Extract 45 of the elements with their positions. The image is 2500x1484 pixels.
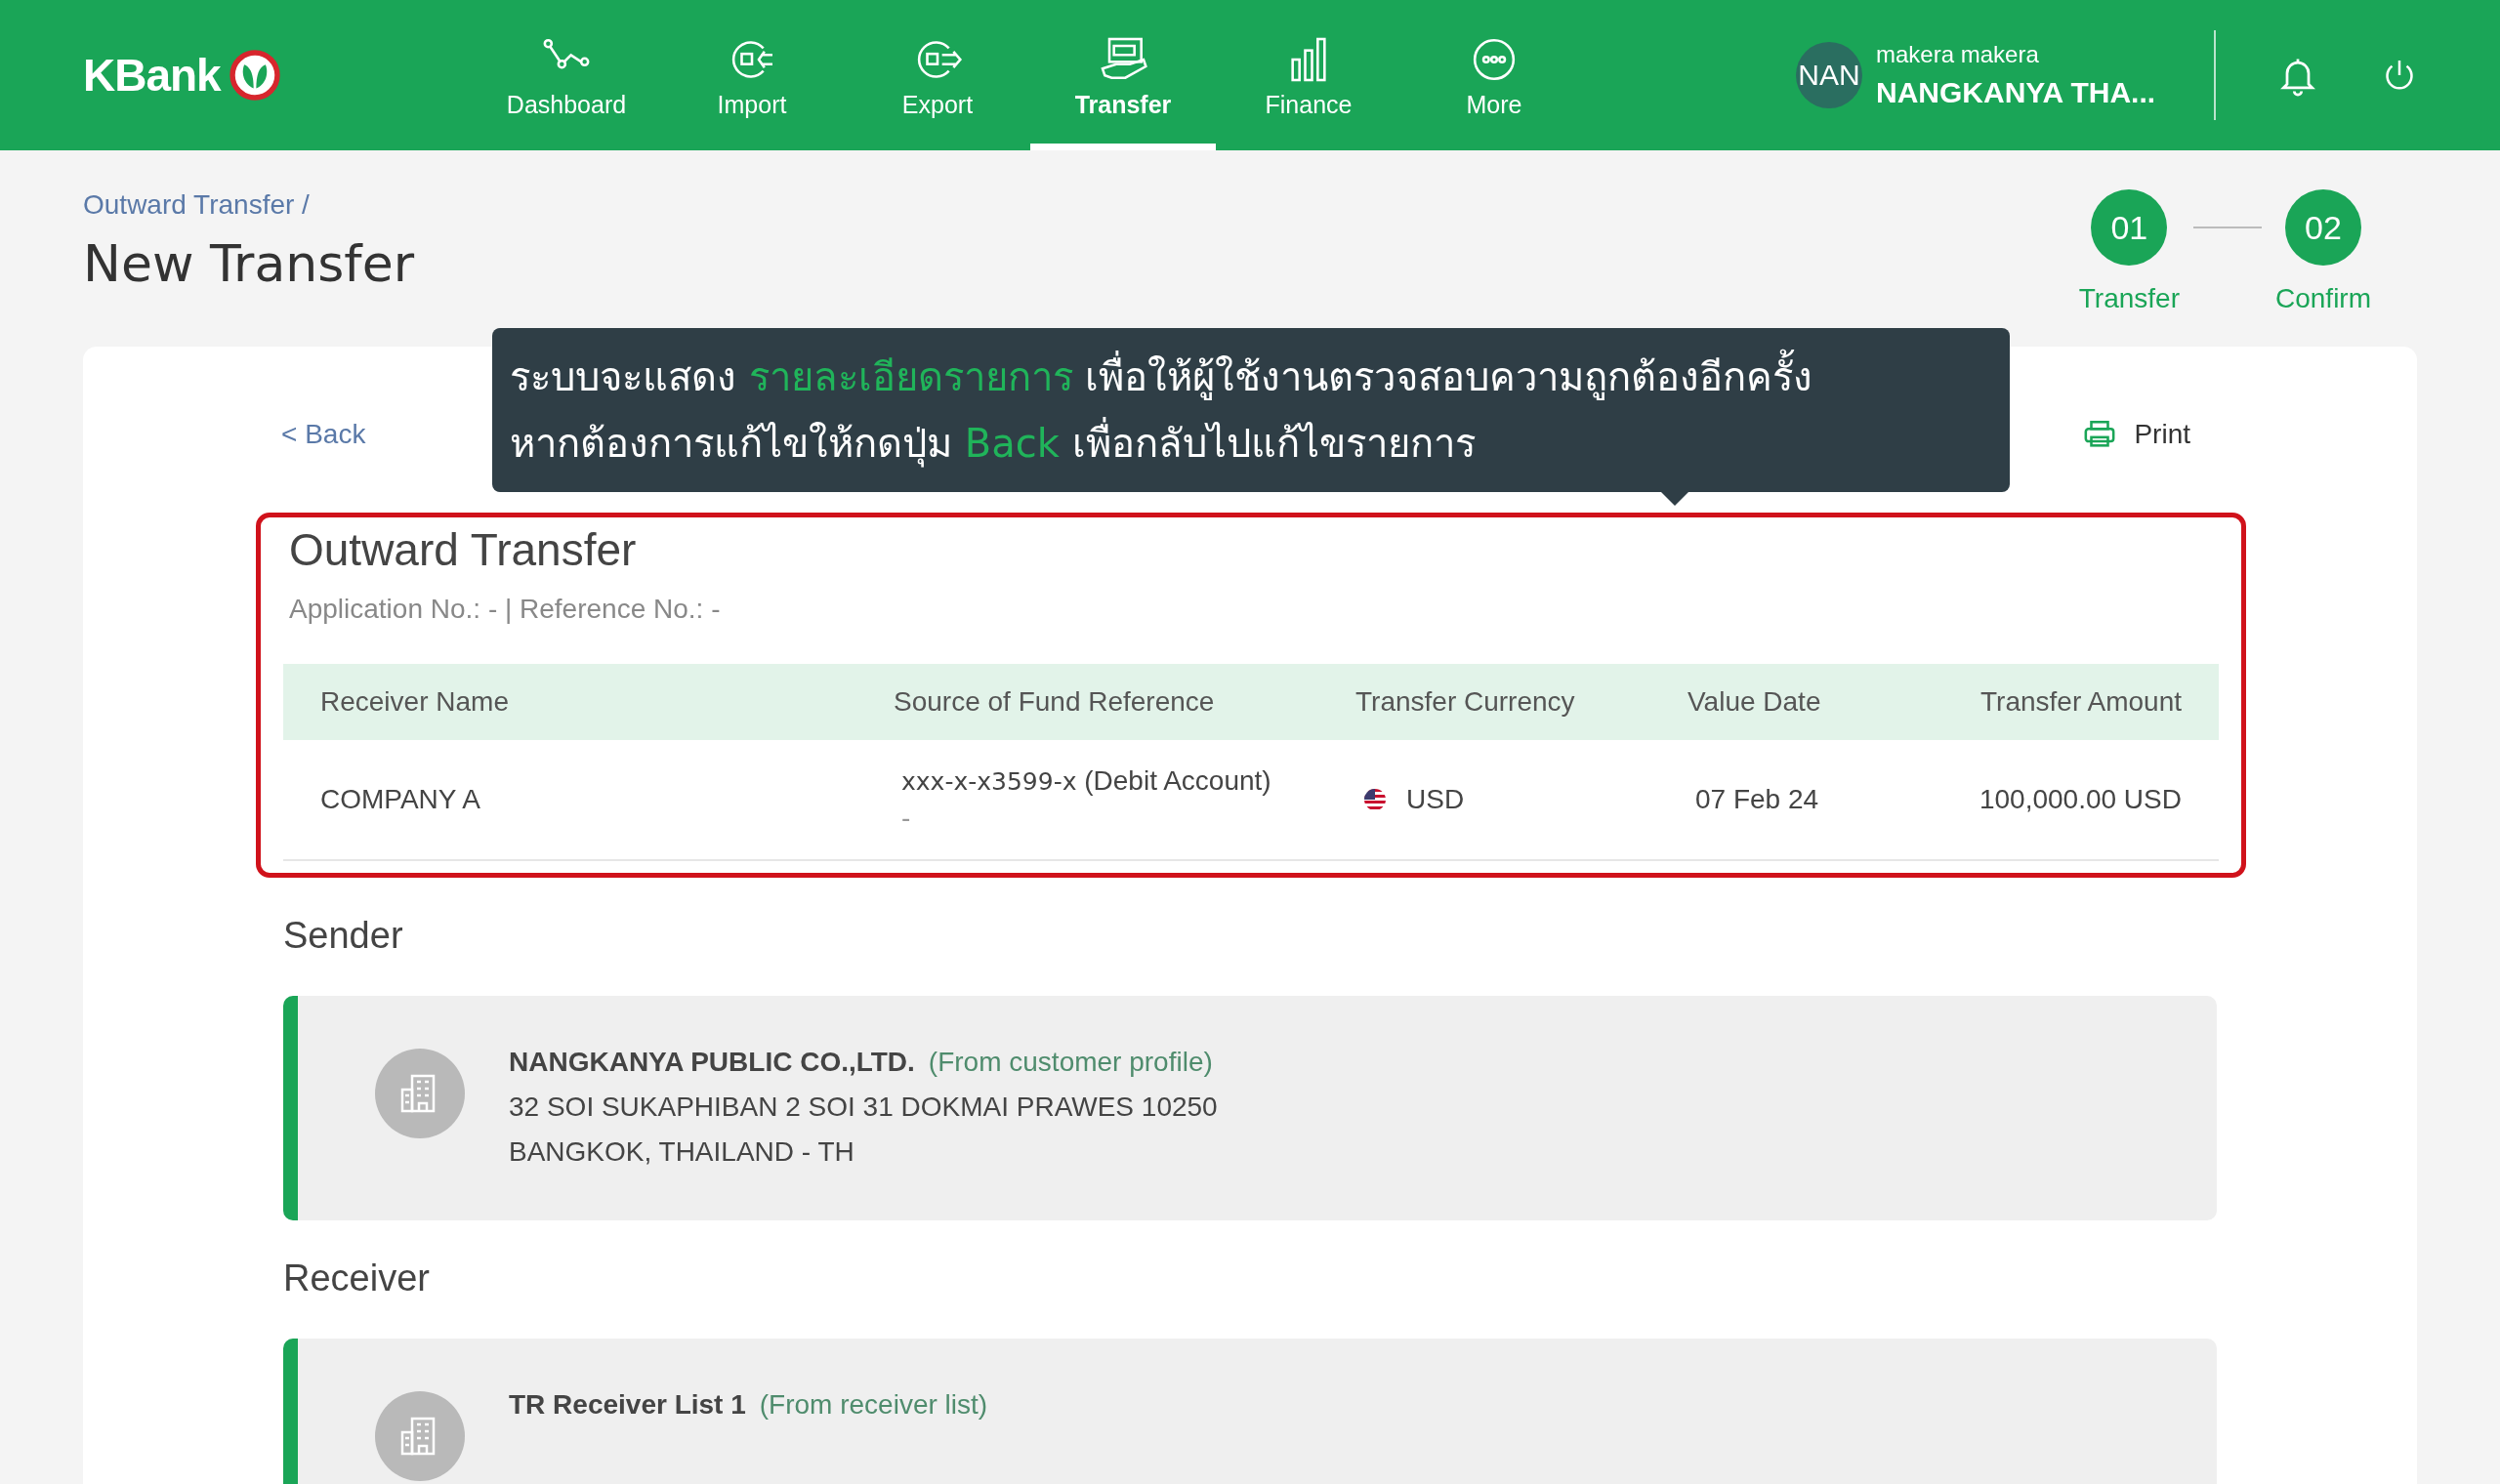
company-name: NANGKANYA THA... — [1876, 76, 2156, 109]
table-cell-text: 100,000.00 USD — [1978, 784, 2182, 815]
table-cell-text: 07 Feb 24 — [1695, 784, 1820, 815]
table-cell: USD — [1406, 784, 1465, 815]
nav-tab[interactable]: Transfer — [1030, 0, 1216, 150]
nav-tab[interactable]: Finance — [1216, 0, 1401, 150]
column-header: Transfer Amount — [1979, 686, 2182, 718]
nav-tab[interactable]: More — [1401, 0, 1587, 150]
nav-tab[interactable]: Export — [845, 0, 1030, 150]
step-label: Transfer — [2078, 283, 2180, 314]
table-cell-text: xxx-x-x3599-x (Debit Account) — [901, 765, 1272, 797]
step-circle: 02 — [2285, 189, 2361, 266]
column-header: Value Date — [1688, 686, 1822, 718]
address-line: 32 SOI SUKAPHIBAN 2 SOI 31 DOKMAI PRAWES 10250 — [509, 1092, 1219, 1123]
party-source-note: (From receiver list) — [759, 1389, 988, 1421]
party-source-note: (From customer profile) — [928, 1047, 1213, 1078]
leaf-logo-icon — [228, 49, 281, 102]
reference-text: Application No.: - | Reference No.: - — [289, 594, 722, 625]
back-link[interactable]: < Back — [281, 419, 366, 450]
section-heading: Sender — [283, 915, 404, 957]
page-title: New Transfer — [83, 234, 415, 293]
column-header: Receiver Name — [320, 686, 510, 718]
step-label: Confirm — [2275, 283, 2371, 314]
summary-title: Outward Transfer — [289, 523, 638, 576]
party-name: TR Receiver List 1 — [509, 1389, 746, 1421]
party-name: NANGKANYA PUBLIC CO.,LTD. — [509, 1047, 915, 1078]
breadcrumb-link[interactable]: Outward Transfer / — [83, 189, 310, 221]
tooltip-text: หากต้องการแก้ไขให้กดปุ่ม Back เพื่อกลับไปแก้ไขรายการ — [510, 408, 1476, 474]
user-avatar[interactable]: NAN — [1796, 42, 1862, 108]
column-header: Source of Fund Reference — [894, 686, 1216, 718]
building-icon — [375, 1391, 465, 1481]
user-name: makera makera — [1876, 41, 2040, 68]
building-icon — [375, 1049, 465, 1138]
column-header: Transfer Currency — [1355, 686, 1576, 718]
nav-tab[interactable]: Dashboard — [474, 0, 659, 150]
step-circle: 01 — [2091, 189, 2168, 266]
table-cell-text: - — [901, 803, 912, 834]
nav-tab[interactable]: Import — [659, 0, 845, 150]
flag-icon — [1363, 788, 1387, 811]
address-line: BANGKOK, THAILAND - TH — [509, 1136, 855, 1168]
tooltip-text: ระบบจะแสดง รายละเอียดรายการ เพื่อให้ผู้ใช้งานตรวจสอบความถูกต้องอีกครั้ง — [510, 342, 1813, 408]
print-button[interactable]: Print — [2081, 418, 2190, 451]
bank-logo-text[interactable]: KBank — [83, 49, 221, 102]
table-cell-text: COMPANY A — [320, 784, 481, 815]
section-heading: Receiver — [283, 1257, 431, 1299]
